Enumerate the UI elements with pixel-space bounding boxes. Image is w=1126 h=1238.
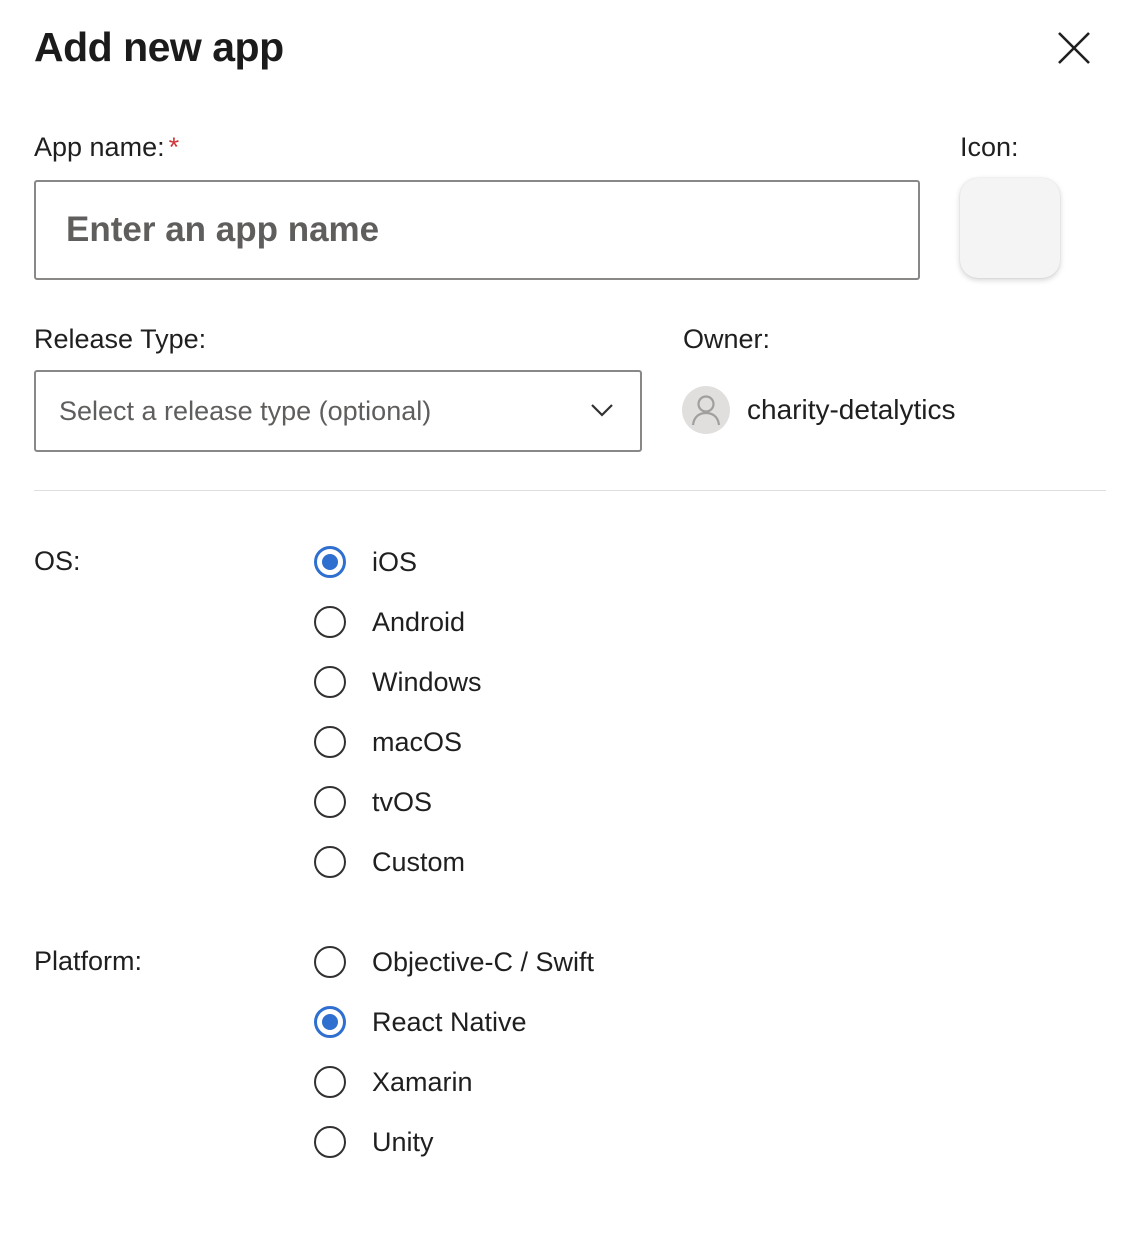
release-type-select[interactable]: Select a release type (optional) [34, 370, 642, 452]
close-button[interactable] [1052, 26, 1096, 70]
os-option-label: macOS [372, 726, 463, 757]
avatar [682, 386, 730, 434]
person-icon [691, 395, 721, 426]
radio-button[interactable] [314, 786, 346, 818]
release-type-placeholder: Select a release type (optional) [59, 396, 432, 426]
os-option-custom[interactable]: Custom [314, 844, 465, 880]
close-icon [1058, 32, 1090, 64]
section-divider [34, 490, 1106, 491]
radio-button[interactable] [314, 946, 346, 978]
radio-button[interactable] [314, 606, 346, 638]
os-option-windows[interactable]: Windows [314, 664, 482, 700]
os-option-label: Android [372, 606, 466, 637]
chevron-down-icon [591, 404, 613, 417]
icon-label: Icon: [960, 132, 1019, 162]
platform-option-react-native[interactable]: React Native [314, 1004, 527, 1040]
app-name-label-text: App name: [34, 132, 165, 162]
platform-option-xamarin[interactable]: Xamarin [314, 1064, 473, 1100]
platform-label: Platform: [34, 946, 143, 976]
app-name-label: App name: * [34, 132, 179, 163]
radio-button[interactable] [314, 1066, 346, 1098]
os-option-label: Custom [372, 846, 466, 877]
required-marker: * [168, 132, 180, 162]
release-type-label: Release Type: [34, 324, 207, 354]
platform-option-label: Unity [372, 1126, 434, 1157]
app-icon-picker[interactable] [960, 178, 1060, 278]
owner-name: charity-detalytics [747, 394, 956, 425]
os-option-label: Windows [372, 666, 482, 697]
os-option-label: iOS [372, 546, 418, 577]
radio-button[interactable] [314, 846, 346, 878]
os-option-tvos[interactable]: tvOS [314, 784, 432, 820]
os-option-android[interactable]: Android [314, 604, 465, 640]
platform-option-unity[interactable]: Unity [314, 1124, 434, 1160]
platform-option-label: Xamarin [372, 1066, 473, 1097]
dialog-title: Add new app [34, 24, 284, 70]
radio-button[interactable] [314, 546, 346, 578]
radio-button[interactable] [314, 1006, 346, 1038]
owner-label: Owner: [683, 324, 771, 354]
os-option-ios[interactable]: iOS [314, 544, 417, 580]
app-name-input[interactable] [34, 180, 920, 280]
os-option-macos[interactable]: macOS [314, 724, 462, 760]
os-label: OS: [34, 546, 81, 576]
radio-button[interactable] [314, 1126, 346, 1158]
platform-option-label: Objective-C / Swift [372, 946, 595, 977]
radio-button[interactable] [314, 666, 346, 698]
radio-button[interactable] [314, 726, 346, 758]
platform-option-label: React Native [372, 1006, 527, 1037]
platform-option-objc-swift[interactable]: Objective-C / Swift [314, 944, 594, 980]
os-option-label: tvOS [372, 786, 433, 817]
